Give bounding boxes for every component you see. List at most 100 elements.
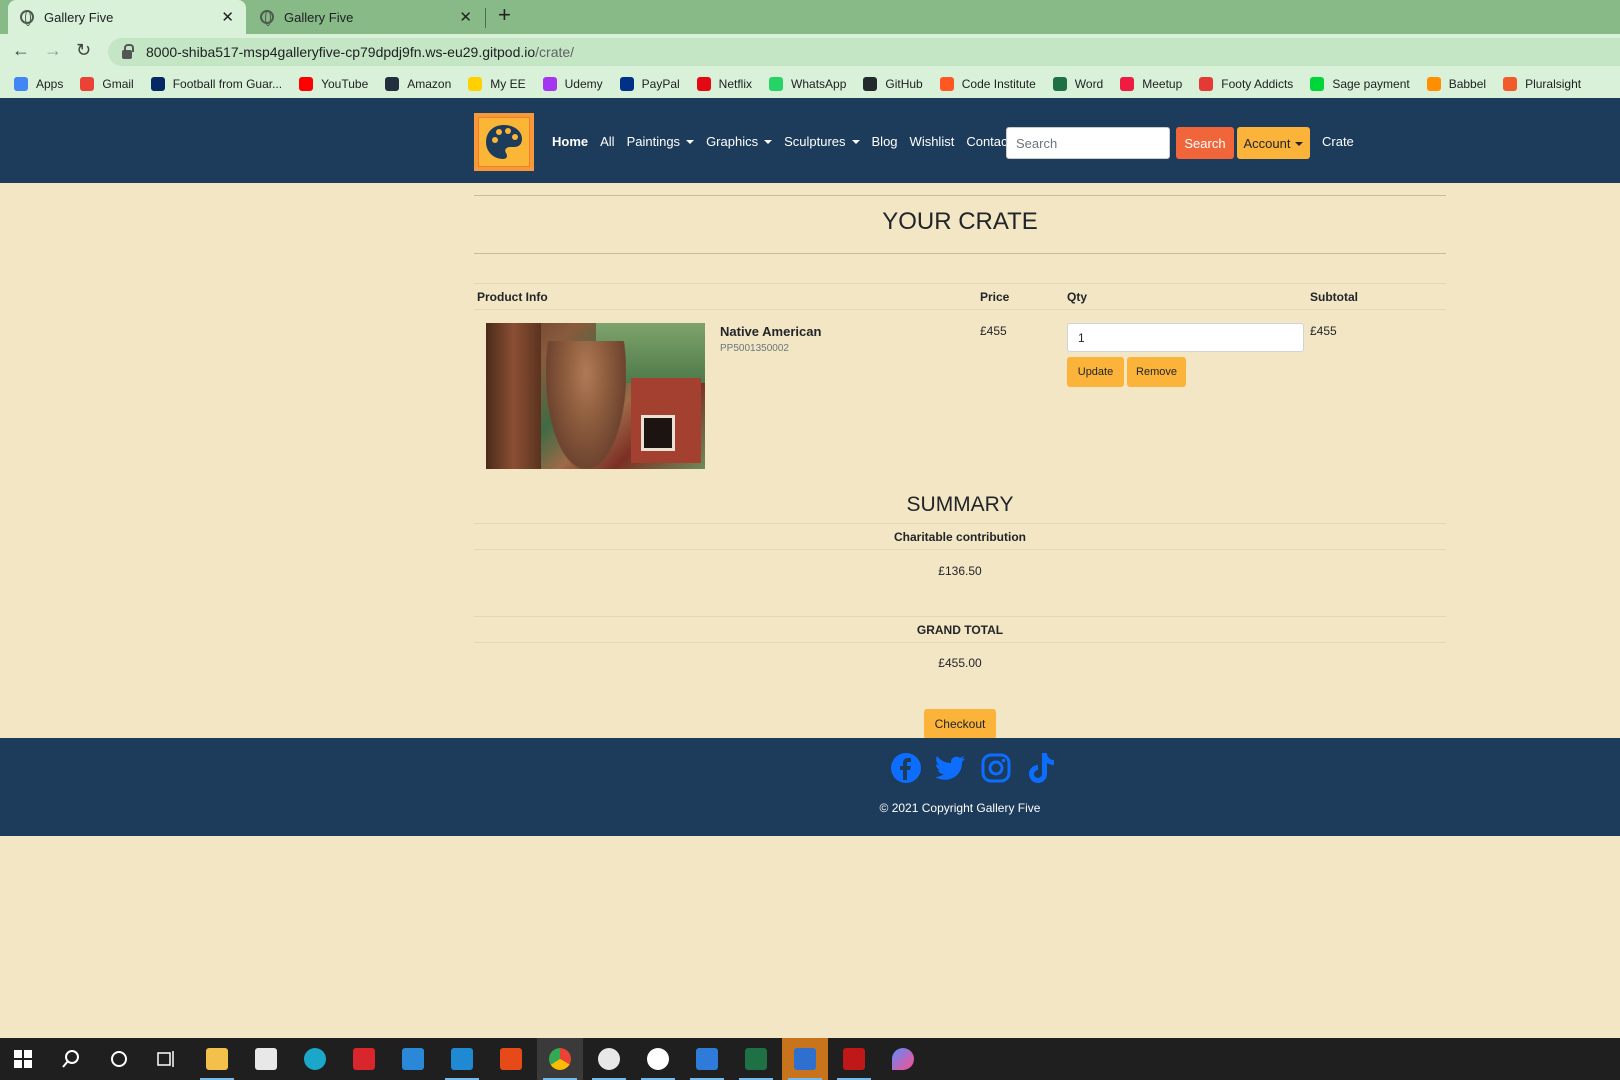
tiktok-icon[interactable] (1025, 752, 1057, 784)
bookmark-item[interactable]: PayPal (619, 77, 680, 91)
nav-item-label: Home (552, 134, 589, 149)
account-dropdown-button[interactable]: Account (1237, 127, 1310, 159)
emoji-app-icon[interactable] (635, 1038, 681, 1080)
bookmark-label: Netflix (718, 77, 753, 91)
windows-start-icon[interactable] (0, 1038, 46, 1080)
globe-icon (260, 10, 274, 26)
quantity-input[interactable] (1067, 323, 1304, 352)
nav-item-graphics[interactable]: Graphics (706, 134, 772, 149)
bookmark-item[interactable]: Word (1052, 77, 1103, 91)
twitter-icon[interactable] (935, 752, 967, 784)
paint-icon[interactable] (880, 1038, 926, 1080)
bookmark-item[interactable]: WhatsApp (769, 77, 846, 91)
bookmark-item[interactable]: Gmail (80, 77, 134, 91)
close-tab-icon[interactable]: ✕ (221, 8, 234, 26)
bookmark-item[interactable]: Amazon (385, 77, 451, 91)
bookmark-favicon-icon (299, 77, 314, 91)
reload-icon[interactable]: ↻ (76, 40, 91, 61)
office-icon[interactable] (488, 1038, 534, 1080)
caret-down-icon (846, 134, 860, 149)
bookmark-label: YouTube (321, 77, 369, 91)
task-view-icon[interactable] (144, 1038, 190, 1080)
store-icon[interactable] (243, 1038, 289, 1080)
edge-icon[interactable] (292, 1038, 338, 1080)
tab-separator (485, 8, 486, 28)
bookmark-favicon-icon (939, 77, 954, 91)
grand-total-label: GRAND TOTAL (916, 623, 1004, 637)
excel-icon[interactable] (733, 1038, 779, 1080)
bookmark-item[interactable]: Babbel (1426, 77, 1486, 91)
gift-icon[interactable] (341, 1038, 387, 1080)
nav-item-label: Sculptures (784, 134, 846, 149)
bookmark-item[interactable]: Football from Guar... (150, 77, 283, 91)
table-border (474, 616, 1446, 617)
nav-item-blog[interactable]: Blog (872, 134, 898, 149)
logo[interactable] (474, 113, 534, 171)
divider (474, 195, 1446, 196)
remove-button[interactable]: Remove (1127, 357, 1186, 387)
bookmark-label: Code Institute (961, 77, 1036, 91)
chrome-icon[interactable] (537, 1038, 583, 1080)
bookmark-label: Footy Addicts (1221, 77, 1294, 91)
crate-link[interactable]: Crate (1322, 134, 1354, 149)
new-tab-icon[interactable]: + (498, 2, 511, 28)
bookmark-item[interactable]: Udemy (542, 77, 603, 91)
facebook-icon[interactable] (890, 752, 922, 784)
nav-item-home[interactable]: Home (552, 134, 588, 149)
bookmark-item[interactable]: Footy Addicts (1199, 77, 1293, 91)
address-bar[interactable]: 8000-shiba517-msp4galleryfive-cp79dpdj9f… (108, 38, 1620, 66)
nav-item-contact[interactable]: Contact (966, 134, 1011, 149)
cortana-icon[interactable] (96, 1038, 142, 1080)
browser-tab-strip: Gallery Five ✕ Gallery Five ✕ + (0, 0, 1620, 34)
tab-title: Gallery Five (44, 9, 114, 25)
nav-item-wishlist[interactable]: Wishlist (910, 134, 955, 149)
search-button[interactable]: Search (1176, 127, 1234, 159)
checkout-button[interactable]: Checkout (924, 709, 996, 739)
bookmark-item[interactable]: Sage payment (1310, 77, 1410, 91)
table-border (474, 283, 1446, 284)
file-explorer-icon[interactable] (194, 1038, 240, 1080)
bookmark-item[interactable]: Netflix (696, 77, 753, 91)
bookmark-label: Sage payment (1332, 77, 1410, 91)
bookmark-label: Football from Guar... (172, 77, 283, 91)
search-icon[interactable] (48, 1038, 94, 1080)
page-title: YOUR CRATE (882, 208, 1038, 235)
bookmark-item[interactable]: Meetup (1120, 77, 1182, 91)
bookmark-item[interactable]: YouTube (299, 77, 368, 91)
table-border (474, 523, 1446, 524)
bookmark-item[interactable]: Pluralsight (1503, 77, 1581, 91)
header-qty: Qty (1067, 290, 1088, 304)
bookmark-item[interactable]: GitHub (863, 77, 923, 91)
instagram-icon[interactable] (980, 752, 1012, 784)
nav-item-paintings[interactable]: Paintings (627, 134, 694, 149)
copyright-text: © 2021 Copyright Gallery Five (879, 801, 1041, 815)
forward-icon[interactable]: → (44, 40, 62, 61)
url-path: /crate/ (535, 44, 575, 60)
close-tab-icon[interactable]: ✕ (459, 8, 472, 26)
browser-tab-inactive[interactable]: Gallery Five ✕ (248, 0, 484, 34)
bookmark-label: Meetup (1142, 77, 1183, 91)
caret-down-icon (680, 134, 694, 149)
back-icon[interactable]: ← (12, 40, 30, 61)
palette-icon (486, 125, 522, 159)
nav-item-sculptures[interactable]: Sculptures (784, 134, 859, 149)
browser-tab-active[interactable]: Gallery Five ✕ (8, 0, 246, 34)
update-button[interactable]: Update (1067, 357, 1124, 387)
security-shield-icon[interactable] (782, 1038, 828, 1080)
photos-icon[interactable] (684, 1038, 730, 1080)
mail-icon[interactable] (390, 1038, 436, 1080)
slack-icon[interactable] (586, 1038, 632, 1080)
header-product-info: Product Info (477, 290, 548, 304)
product-name: Native American (720, 324, 822, 339)
mcafee-icon[interactable] (831, 1038, 877, 1080)
search-input[interactable] (1006, 127, 1170, 159)
bookmark-item[interactable]: My EE (468, 77, 526, 91)
nav-item-all[interactable]: All (600, 134, 614, 149)
bookmark-favicon-icon (769, 77, 784, 91)
vscode-icon[interactable] (439, 1038, 485, 1080)
divider (474, 253, 1446, 254)
bookmark-item[interactable]: Code Institute (939, 77, 1036, 91)
bookmark-label: My EE (490, 77, 526, 91)
caret-down-icon (1295, 141, 1304, 146)
bookmark-item[interactable]: Apps (14, 77, 63, 91)
